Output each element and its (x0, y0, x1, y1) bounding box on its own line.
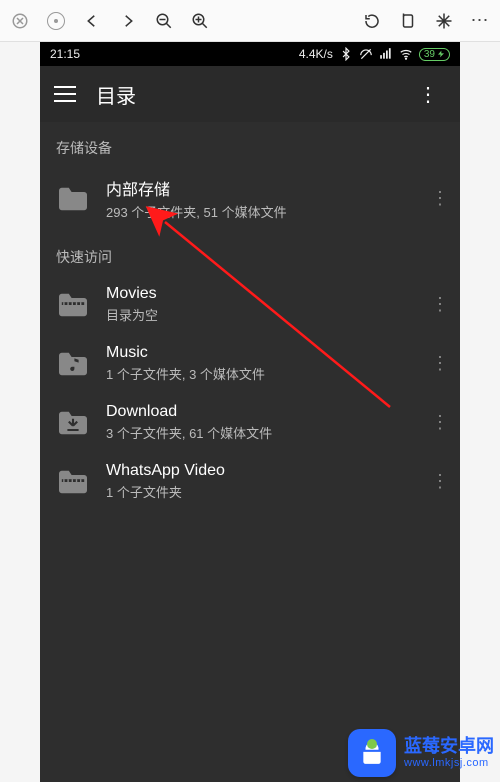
item-overflow-icon[interactable]: ⋮ (424, 412, 456, 433)
status-netspeed: 4.4K/s (299, 47, 333, 61)
status-bar: 21:15 4.4K/s 39 (40, 42, 460, 66)
watermark: 蓝莓安卓网 www.lmkjsj.com (348, 729, 494, 777)
item-subtitle: 目录为空 (106, 305, 408, 324)
item-subtitle: 1 个子文件夹 (106, 482, 408, 501)
adjust-icon[interactable] (398, 11, 418, 31)
menu-icon[interactable] (54, 86, 76, 102)
item-whatsapp-video[interactable]: WhatsApp Video 1 个子文件夹 ⋮ (40, 452, 460, 511)
zoom-out-icon[interactable] (154, 11, 174, 31)
item-movies[interactable]: Movies 目录为空 ⋮ (40, 275, 460, 334)
item-subtitle: 3 个子文件夹, 61 个媒体文件 (106, 423, 408, 442)
home-icon[interactable] (46, 11, 66, 31)
overflow-icon[interactable]: ⋯ (470, 11, 490, 31)
item-internal-storage[interactable]: 内部存储 293 个子文件夹, 51 个媒体文件 ⋮ (40, 166, 460, 231)
sparkle-icon[interactable] (434, 11, 454, 31)
section-quick-label: 快速访问 (40, 231, 460, 275)
item-title: 内部存储 (106, 176, 408, 200)
watermark-name: 蓝莓安卓网 (404, 737, 494, 757)
header-overflow-icon[interactable]: ⋮ (410, 78, 446, 111)
rotate-icon[interactable] (362, 11, 382, 31)
app-header: 目录 ⋮ (40, 66, 460, 122)
watermark-url: www.lmkjsj.com (404, 757, 494, 769)
item-overflow-icon[interactable]: ⋮ (424, 353, 456, 374)
status-time: 21:15 (50, 47, 80, 61)
folder-icon (56, 185, 90, 213)
close-icon[interactable] (10, 11, 30, 31)
item-overflow-icon[interactable]: ⋮ (424, 188, 456, 209)
viewer-toolbar: ⋯ (0, 0, 500, 42)
back-icon[interactable] (82, 11, 102, 31)
item-title: Download (106, 403, 408, 421)
wifi-icon (399, 47, 413, 61)
phone-screen: 21:15 4.4K/s 39 目录 ⋮ 存储设备 (40, 42, 460, 782)
music-folder-icon (56, 350, 90, 378)
movies-folder-icon (56, 468, 90, 496)
forward-icon[interactable] (118, 11, 138, 31)
movies-folder-icon (56, 291, 90, 319)
item-subtitle: 293 个子文件夹, 51 个媒体文件 (106, 202, 408, 221)
item-music[interactable]: Music 1 个子文件夹, 3 个媒体文件 ⋮ (40, 334, 460, 393)
item-title: WhatsApp Video (106, 462, 408, 480)
bluetooth-icon (339, 47, 353, 61)
section-storage-label: 存储设备 (40, 122, 460, 166)
item-overflow-icon[interactable]: ⋮ (424, 294, 456, 315)
item-overflow-icon[interactable]: ⋮ (424, 471, 456, 492)
page-title: 目录 (96, 80, 136, 109)
signal-icon (379, 47, 393, 61)
item-title: Movies (106, 285, 408, 303)
item-subtitle: 1 个子文件夹, 3 个媒体文件 (106, 364, 408, 383)
zoom-in-icon[interactable] (190, 11, 210, 31)
watermark-logo-icon (348, 729, 396, 777)
mute-icon (359, 47, 373, 61)
battery-indicator: 39 (419, 48, 450, 61)
download-folder-icon (56, 409, 90, 437)
item-download[interactable]: Download 3 个子文件夹, 61 个媒体文件 ⋮ (40, 393, 460, 452)
item-title: Music (106, 344, 408, 362)
